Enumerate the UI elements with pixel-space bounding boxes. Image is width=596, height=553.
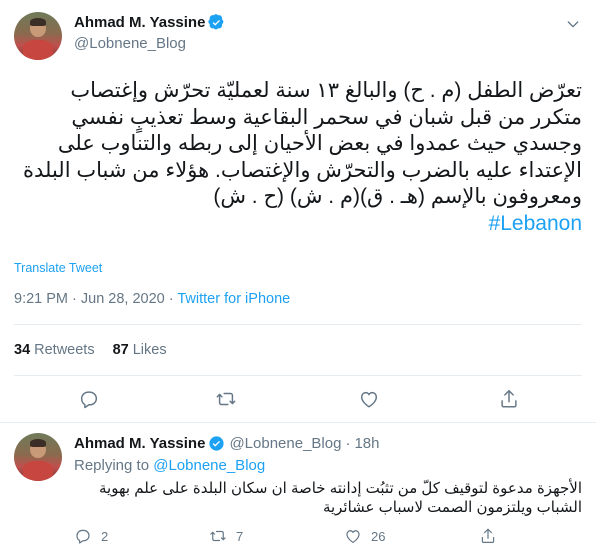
verified-badge-icon xyxy=(209,436,225,451)
reply-reply-button[interactable]: 2 xyxy=(74,527,108,545)
author-handle[interactable]: @Lobnene_Blog xyxy=(74,35,186,52)
author-name[interactable]: Ahmad M. Yassine xyxy=(74,14,205,31)
replying-to: Replying to @Lobnene_Blog xyxy=(74,457,265,474)
divider xyxy=(14,375,582,376)
tweet-text: تعرّض الطفل (م . ح) والبالغ ١٣ سنة لعملي… xyxy=(14,78,582,237)
chevron-down-icon[interactable] xyxy=(565,16,581,32)
tweet-meta: 9:21 PM · Jun 28, 2020 · Twitter for iPh… xyxy=(14,291,290,307)
likes-label: Likes xyxy=(132,342,167,358)
share-button[interactable] xyxy=(498,388,522,412)
reply-icon xyxy=(76,529,90,544)
verified-badge-icon xyxy=(208,14,224,30)
source-link[interactable]: Twitter for iPhone xyxy=(177,291,290,307)
meta-separator: · xyxy=(164,291,178,307)
main-tweet: Ahmad M. Yassine @Lobnene_Blog تعرّض الط… xyxy=(0,0,596,422)
reply-actions: 2 7 26 xyxy=(74,527,582,547)
reply-time[interactable]: 18h xyxy=(354,435,379,452)
likes-stat[interactable]: 87 Likes xyxy=(113,342,167,358)
tweet-actions xyxy=(0,388,596,412)
retweets-stat[interactable]: 34 Retweets xyxy=(14,342,95,358)
engagement-stats: 34 Retweets 87 Likes xyxy=(14,342,167,358)
share-icon xyxy=(481,528,495,543)
reply-retweet-count: 7 xyxy=(236,528,244,544)
retweet-button[interactable] xyxy=(215,388,239,412)
reply-reply-count: 2 xyxy=(101,528,109,544)
replying-prefix: Replying to xyxy=(74,457,150,474)
heart-icon xyxy=(346,530,360,543)
reply-text: الأجهزة مدعوة لتوقيف كلّ من تثبُت إدانته… xyxy=(98,480,582,516)
reply-author-row: Ahmad M. Yassine @Lobnene_Blog · 18h xyxy=(74,435,379,452)
share-icon xyxy=(501,390,517,408)
retweets-label: Retweets xyxy=(34,342,95,358)
reply-share-button[interactable] xyxy=(479,527,497,545)
reply-like-count: 26 xyxy=(371,528,386,544)
translate-tweet-link[interactable]: Translate Tweet xyxy=(14,261,102,275)
reply-dot: · xyxy=(345,435,351,452)
divider xyxy=(14,324,582,325)
tweet-body: تعرّض الطفل (م . ح) والبالغ ١٣ سنة لعملي… xyxy=(22,79,582,208)
hashtag-link[interactable]: #Lebanon xyxy=(14,211,582,238)
reply-like-button[interactable]: 26 xyxy=(344,527,385,545)
timestamp[interactable]: 9:21 PM · Jun 28, 2020 xyxy=(14,291,165,307)
reply-retweet-button[interactable]: 7 xyxy=(209,527,243,545)
reply-icon xyxy=(80,391,98,409)
retweet-icon xyxy=(216,392,236,406)
avatar[interactable] xyxy=(14,433,62,481)
reply-tweet[interactable]: Ahmad M. Yassine @Lobnene_Blog · 18h Rep… xyxy=(0,423,596,553)
like-button[interactable] xyxy=(358,388,382,412)
author-row: Ahmad M. Yassine xyxy=(74,14,225,31)
replying-to-link[interactable]: @Lobnene_Blog xyxy=(153,457,265,474)
retweet-icon xyxy=(210,530,226,542)
reply-author-handle[interactable]: @Lobnene_Blog xyxy=(229,435,341,452)
likes-count: 87 xyxy=(112,342,129,358)
retweets-count: 34 xyxy=(14,342,31,358)
heart-icon xyxy=(360,391,378,408)
reply-author-name[interactable]: Ahmad M. Yassine xyxy=(74,435,205,452)
reply-button[interactable] xyxy=(78,388,102,412)
avatar[interactable] xyxy=(14,12,62,60)
